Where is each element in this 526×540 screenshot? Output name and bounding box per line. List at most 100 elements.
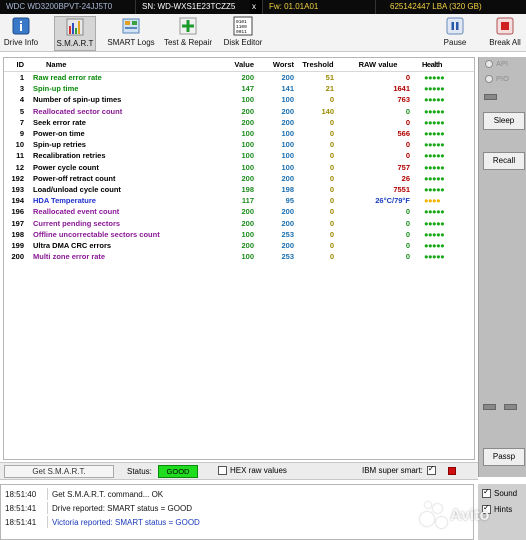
table-row[interactable]: 11 Recalibration retries 100 100 0 0 ●●●●● [4,150,474,161]
api-radio[interactable]: API [485,59,508,68]
attribute-value: 117 [241,196,254,206]
attribute-health: ●●●●● [424,129,445,139]
table-row[interactable]: 12 Power cycle count 100 100 0 757 ●●●●● [4,162,474,173]
attribute-id: 197 [11,218,24,228]
attribute-raw-value: 0 [405,229,410,239]
attribute-health: ●●●●● [424,218,445,228]
radio-icon [485,74,493,83]
attribute-id: 3 [19,84,24,94]
attribute-value: 198 [241,184,254,194]
break-all-button[interactable]: Break All [486,16,524,51]
table-row[interactable]: 194 HDA Temperature 117 95 0 26°C/79°F ●●●● [4,195,474,206]
checkbox-checked-icon [426,464,436,475]
table-row[interactable]: 199 Ultra DMA CRC errors 200 200 0 0 ●●●●● [4,240,474,251]
attribute-raw-value: 0 [405,106,410,116]
attribute-health: ●●●● [424,196,441,206]
table-row[interactable]: 4 Number of spin-up times 100 100 0 763 ●●●●● [4,94,474,105]
col-health-header: Health [422,60,442,69]
recall-button[interactable]: Recall [483,152,525,170]
attribute-id: 5 [19,106,24,116]
red-indicator-icon [447,466,456,475]
attribute-worst: 253 [281,229,294,239]
table-row[interactable]: 1 Raw read error rate 200 200 51 0 ●●●●● [4,72,474,83]
attribute-name: Raw read error rate [33,73,102,83]
indicator-toggle[interactable] [484,94,497,100]
col-name-header: Name [46,60,67,69]
break-all-label: Break All [489,38,521,47]
attribute-raw-value: 0 [405,240,410,250]
attribute-id: 196 [11,207,24,217]
attribute-worst: 200 [281,117,294,127]
attribute-raw-value: 0 [405,140,410,150]
table-row[interactable]: 9 Power-on time 100 100 0 566 ●●●●● [4,128,474,139]
smart-logs-button[interactable]: SMART Logs [104,16,158,51]
disk-editor-button[interactable]: 0101 1100 0011 Disk Editor [222,16,264,51]
attribute-worst: 200 [281,218,294,228]
checkbox-unchecked-icon [218,466,227,475]
attribute-worst: 200 [281,207,294,217]
attribute-name: Multi zone error rate [33,252,106,262]
table-row[interactable]: 3 Spin-up time 147 141 21 1641 ●●●●● [4,83,474,94]
sound-checkbox[interactable]: Sound [482,487,517,498]
attribute-name: Spin-up retries [33,140,86,150]
attribute-id: 199 [11,240,24,250]
attribute-name: Current pending sectors [33,218,121,228]
attribute-name: Spin-up time [33,84,79,94]
table-row[interactable]: 197 Current pending sectors 200 200 0 0 ●●●●● [4,217,474,228]
attribute-worst: 200 [281,173,294,183]
table-row[interactable]: 200 Multi zone error rate 100 253 0 0 ●●●●● [4,251,474,262]
pause-button[interactable]: Pause [440,16,470,51]
attribute-value: 100 [241,140,254,150]
attribute-value: 100 [241,95,254,105]
status-badge: GOOD [158,465,198,478]
event-log[interactable]: 18:51:40 Get S.M.A.R.T. command... OK 18… [0,484,474,540]
smart-attributes-table[interactable]: ID Name Value Worst Treshold RAW value H… [3,57,475,460]
attribute-health: ●●●●● [424,252,445,262]
ibm-super-smart-checkbox[interactable]: IBM super smart: [362,464,456,475]
smart-tab-button[interactable]: S.M.A.R.T [54,16,96,51]
attribute-raw-value: 566 [397,129,410,139]
passp-button[interactable]: Passp [483,448,525,466]
table-header: ID Name Value Worst Treshold RAW value H… [4,58,474,72]
checkbox-checked-icon [482,487,491,498]
close-drive-button[interactable]: x [250,0,262,14]
attribute-id: 192 [11,173,24,183]
test-repair-button[interactable]: Test & Repair [162,16,214,51]
log-row: 18:51:41 Victoria reported: SMART status… [1,515,473,529]
attribute-threshold: 0 [329,229,334,239]
table-row[interactable]: 10 Spin-up retries 100 100 0 0 ●●●●● [4,139,474,150]
logs-icon [122,18,140,34]
attribute-id: 7 [19,117,24,127]
table-row[interactable]: 7 Seek error rate 200 200 0 0 ●●●●● [4,117,474,128]
attribute-value: 100 [241,229,254,239]
right-step-button[interactable] [504,404,517,410]
table-row[interactable]: 196 Reallocated event count 200 200 0 0 ●●●●● [4,206,474,217]
col-id-header: ID [16,60,25,69]
attribute-name: Reallocated sector count [33,106,123,116]
attribute-threshold: 0 [329,95,334,105]
table-row[interactable]: 5 Reallocated sector count 200 200 140 0 ●●●●● [4,106,474,117]
attribute-id: 200 [11,252,24,262]
drive-info-button[interactable]: Drive Info [2,16,40,51]
left-step-button[interactable] [483,404,496,410]
attribute-health: ●●●●● [424,140,445,150]
attribute-worst: 95 [285,196,294,206]
hex-raw-checkbox[interactable]: HEX raw values [218,466,287,475]
attribute-id: 10 [15,140,24,150]
table-row[interactable]: 192 Power-off retract count 200 200 0 26 ●●●●● [4,173,474,184]
attribute-threshold: 0 [329,196,334,206]
log-row: 18:51:40 Get S.M.A.R.T. command... OK [1,487,473,501]
attribute-threshold: 21 [325,84,334,94]
info-icon [12,17,30,35]
avito-logo-icon [420,502,448,530]
get-smart-button[interactable]: Get S.M.A.R.T. [4,465,114,478]
table-row[interactable]: 193 Load/unload cycle count 198 198 0 7551 ●●●… [4,184,474,195]
sleep-button[interactable]: Sleep [483,112,525,130]
table-row[interactable]: 198 Offline uncorrectable sectors count 10… [4,229,474,240]
pio-radio[interactable]: PIO [485,74,509,83]
attribute-name: Load/unload cycle count [33,184,121,194]
attribute-health: ●●●●● [424,151,445,161]
attribute-value: 200 [241,240,254,250]
attribute-raw-value: 0 [405,218,410,228]
drive-info-strip: WDC WD3200BPVT-24JJ5T0 SN: WD-WXS1E23TCZ… [0,0,526,14]
